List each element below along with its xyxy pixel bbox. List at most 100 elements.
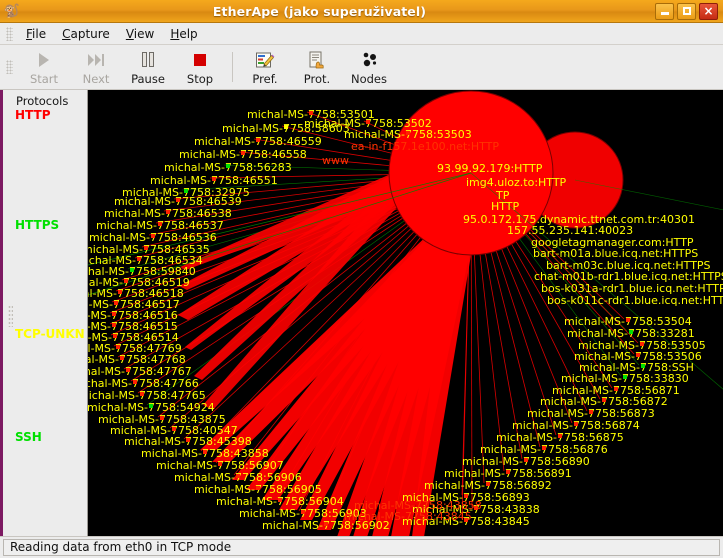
graph-node-label[interactable]: chat-m01b-rdr1.blue.icq.net:HTTPS [534, 271, 723, 282]
graph-node-dot[interactable] [602, 398, 606, 402]
graph-node-label[interactable]: img4.uloz.to:HTTP [466, 177, 566, 188]
window-title: EtherApe (jako superuživatel) [212, 3, 427, 19]
toolbar-separator [232, 52, 233, 82]
next-button[interactable]: Next [70, 46, 122, 88]
graph-node-dot[interactable] [284, 125, 288, 129]
close-button[interactable]: × [699, 2, 718, 20]
next-label: Next [82, 71, 110, 86]
graph-node-dot[interactable] [114, 301, 118, 305]
menu-view[interactable]: View [118, 25, 162, 43]
graph-node-dot[interactable] [112, 312, 116, 316]
graph-node-label[interactable]: michal-MS-7758:47767 [88, 366, 192, 377]
menu-capture[interactable]: Capture [54, 25, 118, 43]
nodes-button[interactable]: Nodes [343, 46, 395, 88]
graph-node-dot[interactable] [149, 404, 153, 408]
protocols-button[interactable]: Prot. [291, 46, 343, 88]
maximize-button[interactable] [677, 2, 696, 20]
graph-node-dot[interactable] [130, 268, 134, 272]
graph-node-label[interactable]: HTTP [491, 201, 519, 212]
menu-view-label: iew [133, 26, 155, 41]
graph-node-dot[interactable] [406, 131, 410, 135]
graph-node-label[interactable]: ea-in-f157.1e100.net:HTTP [351, 141, 499, 152]
graph-node-dot[interactable] [464, 494, 468, 498]
graph-node-label[interactable]: michal-MS-7758:43845 [344, 511, 472, 522]
graph-node-dot[interactable] [589, 410, 593, 414]
graph-node-dot[interactable] [118, 290, 122, 294]
graph-node-dot[interactable] [126, 368, 130, 372]
graph-node-dot[interactable] [176, 198, 180, 202]
graph-node-label[interactable]: michal-MS-7758:47765 [88, 390, 206, 401]
graph-node-dot[interactable] [160, 416, 164, 420]
next-icon [88, 49, 104, 71]
graph-node-dot[interactable] [218, 462, 222, 466]
graph-node-label[interactable]: michal-MS-7758:47768 [88, 354, 186, 365]
pause-button[interactable]: Pause [122, 46, 174, 88]
graph-node-dot[interactable] [641, 364, 645, 368]
preferences-button[interactable]: Pref. [239, 46, 291, 88]
minimize-button[interactable] [655, 2, 674, 20]
graph-node-dot[interactable] [524, 458, 528, 462]
graph-node-dot[interactable] [636, 353, 640, 357]
graph-node-dot[interactable] [640, 342, 644, 346]
menu-help[interactable]: Help [162, 25, 205, 43]
sidebar-resize-handle[interactable] [8, 305, 13, 327]
graph-node-dot[interactable] [278, 498, 282, 502]
legend-item-http[interactable]: HTTP [15, 108, 50, 122]
graph-node-dot[interactable] [172, 427, 176, 431]
graph-node-dot[interactable] [574, 422, 578, 426]
graph-node-dot[interactable] [301, 510, 305, 514]
menu-file[interactable]: File [18, 25, 54, 43]
menubar-grip[interactable] [6, 26, 13, 41]
legend-item-ssh[interactable]: SSH [15, 430, 42, 444]
graph-node-dot[interactable] [309, 111, 313, 115]
graph-node-dot[interactable] [144, 246, 148, 250]
graph-node-label[interactable]: www [322, 155, 349, 166]
toolbar: Start Next Pause Stop Pref. Prot. Nodes [0, 45, 723, 90]
graph-node-label[interactable]: 157.55.235.141:40023 [507, 225, 633, 236]
nodes-label: Nodes [350, 71, 387, 86]
graph-node-dot[interactable] [629, 330, 633, 334]
graph-node-dot[interactable] [112, 323, 116, 327]
graph-node-dot[interactable] [626, 318, 630, 322]
stop-icon [194, 49, 206, 71]
graph-node-dot[interactable] [324, 522, 328, 526]
graph-node-dot[interactable] [158, 222, 162, 226]
graph-node-label[interactable]: bos-k031a-rdr1.blue.icq.net:HTTPS [541, 283, 723, 294]
graph-node-dot[interactable] [226, 164, 230, 168]
graph-node-dot[interactable] [120, 356, 124, 360]
graph-node-dot[interactable] [133, 380, 137, 384]
network-graph-canvas[interactable]: michal-MS-7758:53501michal-MS-7758:58603… [88, 90, 723, 536]
legend-item-tcp-unkn[interactable]: TCP-UNKN [15, 327, 85, 341]
graph-node-dot[interactable] [116, 345, 120, 349]
graph-node-dot[interactable] [366, 120, 370, 124]
graph-node-dot[interactable] [203, 450, 207, 454]
toolbar-grip[interactable] [6, 60, 13, 74]
graph-node-dot[interactable] [151, 234, 155, 238]
graph-node-dot[interactable] [256, 486, 260, 490]
graph-node-label[interactable]: bart-m01a.blue.icq.net:HTTPS [533, 248, 698, 259]
graph-node-label[interactable]: michal-MS-7758:47766 [88, 378, 199, 389]
graph-node-dot[interactable] [186, 438, 190, 442]
legend-item-https[interactable]: HTTPS [15, 218, 59, 232]
graph-node-dot[interactable] [137, 257, 141, 261]
graph-node-dot[interactable] [140, 392, 144, 396]
protocols-title: Protocols [16, 94, 69, 108]
graph-node-dot[interactable] [506, 470, 510, 474]
graph-node-label[interactable]: 93.99.92.179:HTTP [437, 163, 542, 174]
stop-button[interactable]: Stop [174, 46, 226, 88]
graph-node-dot[interactable] [166, 210, 170, 214]
graph-node-dot[interactable] [124, 279, 128, 283]
graph-node-dot[interactable] [241, 151, 245, 155]
graph-node-label[interactable]: bos-k011c-rdr1.blue.icq.net:HTTPS [547, 295, 723, 306]
start-button[interactable]: Start [18, 46, 70, 88]
graph-node-dot[interactable] [486, 482, 490, 486]
graph-node-dot[interactable] [542, 446, 546, 450]
graph-node-dot[interactable] [236, 474, 240, 478]
graph-node-dot[interactable] [212, 177, 216, 181]
graph-node-dot[interactable] [113, 334, 117, 338]
graph-node-dot[interactable] [558, 434, 562, 438]
graph-node-dot[interactable] [614, 387, 618, 391]
graph-node-dot[interactable] [623, 375, 627, 379]
graph-node-dot[interactable] [256, 138, 260, 142]
graph-node-dot[interactable] [184, 189, 188, 193]
